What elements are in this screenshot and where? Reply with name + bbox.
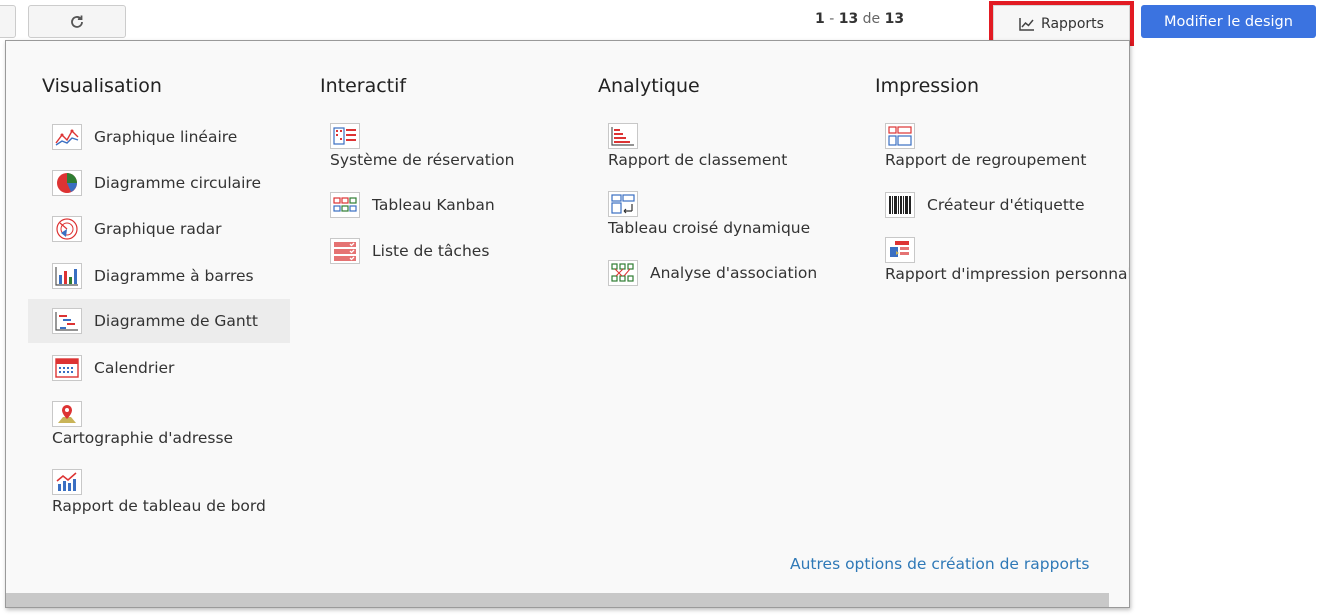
menu-item-custom-print-report[interactable]: Rapport d'impression personnal	[885, 237, 1130, 283]
previous-button[interactable]	[0, 5, 16, 38]
menu-item-label: Créateur d'étiquette	[927, 196, 1085, 214]
menu-item-association-analysis[interactable]: Analyse d'association	[608, 259, 848, 287]
menu-item-label-creator[interactable]: Créateur d'étiquette	[885, 191, 1125, 219]
reports-button[interactable]: Rapports	[993, 5, 1130, 42]
menu-item-label: Graphique linéaire	[94, 128, 238, 146]
menu-item-pivot-table[interactable]: Tableau croisé dynamique	[608, 191, 848, 237]
column-title-impression: Impression	[875, 75, 979, 97]
menu-item-label: Cartographie d'adresse	[52, 429, 234, 447]
page-separator: -	[829, 11, 835, 27]
bar-chart-icon	[52, 263, 82, 289]
kanban-icon	[330, 192, 360, 218]
pagination-summary: 1 - 13 de 13	[815, 11, 904, 27]
menu-item-dashboard-report[interactable]: Rapport de tableau de bord	[52, 469, 282, 515]
menu-item-ranking-report[interactable]: Rapport de classement	[608, 123, 848, 169]
menu-item-bar-chart[interactable]: Diagramme à barres	[52, 262, 282, 290]
refresh-button[interactable]	[28, 5, 126, 38]
reports-button-label: Rapports	[1041, 15, 1104, 32]
chart-line-icon	[1019, 17, 1035, 31]
ranking-icon	[608, 123, 638, 149]
association-icon	[608, 260, 638, 286]
column-title-visualisation: Visualisation	[42, 75, 162, 97]
menu-item-label: Rapport de tableau de bord	[52, 497, 266, 515]
menu-item-label: Graphique radar	[94, 220, 222, 238]
more-report-options-link[interactable]: Autres options de création de rapports	[790, 555, 1089, 573]
edit-design-label: Modifier le design	[1164, 13, 1293, 30]
menu-item-pie-chart[interactable]: Diagramme circulaire	[52, 169, 282, 197]
horizontal-scrollbar[interactable]	[6, 593, 1109, 607]
reservation-icon	[330, 123, 360, 149]
reports-dropdown: Visualisation Graphique linéaire Diagram…	[5, 40, 1130, 608]
line-chart-icon	[52, 124, 82, 150]
edit-design-button[interactable]: Modifier le design	[1141, 5, 1316, 38]
menu-item-label: Diagramme à barres	[94, 267, 254, 285]
menu-item-task-list[interactable]: Liste de tâches	[330, 237, 560, 265]
menu-item-label: Analyse d'association	[650, 264, 818, 282]
menu-item-grouping-report[interactable]: Rapport de regroupement	[885, 123, 1125, 169]
refresh-icon	[71, 15, 83, 28]
menu-item-gantt-chart[interactable]: Diagramme de Gantt	[28, 299, 290, 343]
menu-item-label: Tableau croisé dynamique	[608, 219, 811, 237]
pivot-table-icon	[608, 191, 638, 217]
menu-item-label: Rapport de regroupement	[885, 151, 1087, 169]
barcode-icon	[885, 192, 915, 218]
menu-item-label: Diagramme circulaire	[94, 174, 261, 192]
column-title-interactif: Interactif	[320, 75, 407, 97]
menu-item-address-mapping[interactable]: Cartographie d'adresse	[52, 401, 282, 447]
custom-print-icon	[885, 237, 915, 263]
menu-item-label: Rapport de classement	[608, 151, 788, 169]
menu-item-label: Rapport d'impression personnal	[885, 265, 1130, 283]
radar-chart-icon	[52, 216, 82, 242]
menu-item-label: Tableau Kanban	[372, 196, 495, 214]
menu-item-label: Calendrier	[94, 359, 175, 377]
menu-item-radar-chart[interactable]: Graphique radar	[52, 215, 282, 243]
page-end: 13	[838, 11, 859, 27]
menu-item-label: Liste de tâches	[372, 242, 490, 260]
calendar-icon	[52, 355, 82, 381]
menu-item-reservation-system[interactable]: Système de réservation	[330, 123, 560, 169]
map-pin-icon	[52, 401, 82, 427]
menu-item-line-chart[interactable]: Graphique linéaire	[52, 123, 282, 151]
menu-item-label: Système de réservation	[330, 151, 515, 169]
task-list-icon	[330, 238, 360, 264]
menu-item-label: Diagramme de Gantt	[94, 312, 258, 330]
menu-item-kanban-board[interactable]: Tableau Kanban	[330, 191, 560, 219]
grouping-icon	[885, 123, 915, 149]
dashboard-icon	[52, 469, 82, 495]
gantt-chart-icon	[52, 308, 82, 334]
page-start: 1	[815, 11, 825, 27]
column-title-analytique: Analytique	[598, 75, 700, 97]
menu-item-calendar[interactable]: Calendrier	[52, 354, 282, 382]
page-of: de	[862, 11, 881, 27]
pie-chart-icon	[52, 170, 82, 196]
page-total: 13	[884, 11, 905, 27]
